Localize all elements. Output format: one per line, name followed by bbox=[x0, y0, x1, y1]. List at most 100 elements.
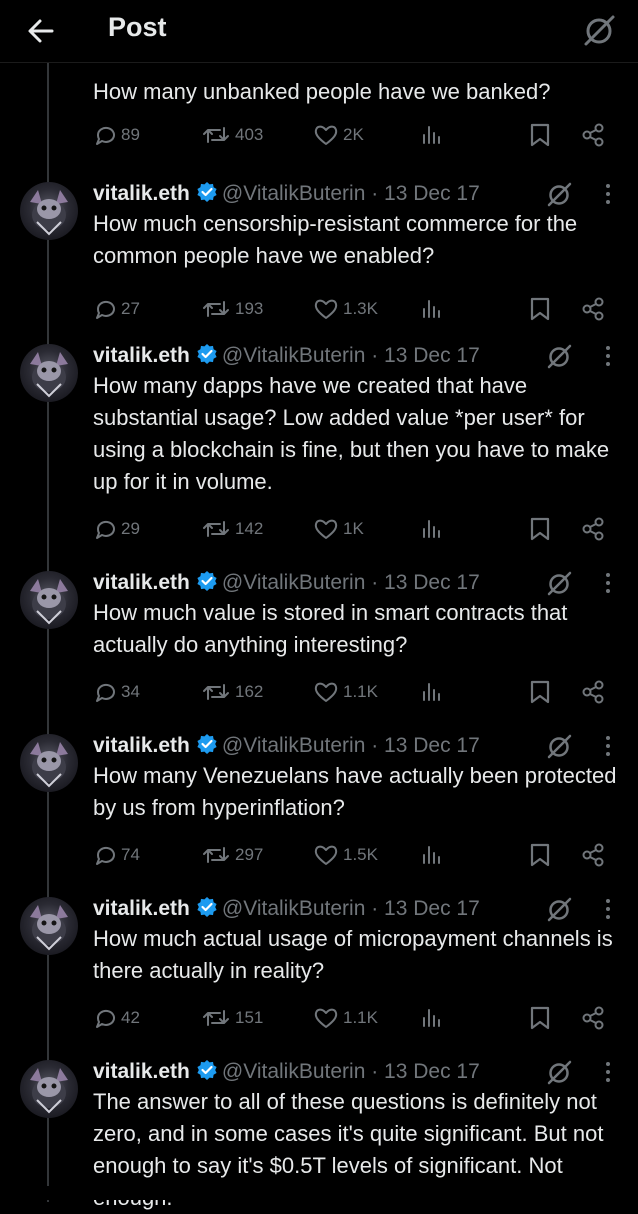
share-button[interactable] bbox=[580, 840, 606, 870]
views-button[interactable] bbox=[419, 840, 443, 870]
more-icon[interactable] bbox=[598, 1058, 618, 1086]
author-handle[interactable]: @VitalikButerin bbox=[222, 1060, 366, 1083]
repost-count: 142 bbox=[235, 519, 264, 538]
like-button[interactable]: 1.1K bbox=[313, 677, 378, 707]
more-icon[interactable] bbox=[598, 342, 618, 370]
repost-button[interactable]: 151 bbox=[201, 1003, 263, 1033]
reply-button[interactable]: 42 bbox=[93, 1003, 140, 1033]
like-count: 1K bbox=[343, 519, 364, 538]
reply-button[interactable]: 27 bbox=[93, 294, 140, 324]
like-button[interactable]: 1.5K bbox=[313, 840, 378, 870]
bookmark-icon bbox=[529, 296, 551, 322]
avatar[interactable] bbox=[20, 571, 78, 629]
share-icon bbox=[580, 296, 606, 322]
tweet-date[interactable]: · 13 Dec 17 bbox=[371, 1060, 480, 1083]
author-name[interactable]: vitalik.eth bbox=[93, 344, 190, 367]
reply-button[interactable]: 34 bbox=[93, 677, 140, 707]
repost-count: 162 bbox=[235, 682, 264, 701]
avatar[interactable] bbox=[20, 734, 78, 792]
repost-button[interactable]: 193 bbox=[201, 294, 263, 324]
more-icon[interactable] bbox=[598, 895, 618, 923]
share-icon bbox=[580, 842, 606, 868]
grok-icon[interactable] bbox=[546, 569, 574, 597]
avatar[interactable] bbox=[20, 182, 78, 240]
like-button[interactable]: 1K bbox=[313, 514, 364, 544]
avatar[interactable] bbox=[20, 344, 78, 402]
views-button[interactable] bbox=[419, 294, 443, 324]
author-handle[interactable]: @VitalikButerin bbox=[222, 571, 366, 594]
author-handle[interactable]: @VitalikButerin bbox=[222, 897, 366, 920]
bookmark-icon bbox=[529, 516, 551, 542]
reply-button[interactable]: 29 bbox=[93, 514, 140, 544]
bookmark-button[interactable] bbox=[529, 840, 551, 870]
like-button[interactable]: 2K bbox=[313, 120, 364, 150]
like-button[interactable]: 1.1K bbox=[313, 1003, 378, 1033]
share-button[interactable] bbox=[580, 1003, 606, 1033]
grok-icon[interactable] bbox=[546, 342, 574, 370]
views-button[interactable] bbox=[419, 514, 443, 544]
like-button[interactable]: 1.3K bbox=[313, 294, 378, 324]
author-handle[interactable]: @VitalikButerin bbox=[222, 182, 366, 205]
author-handle[interactable]: @VitalikButerin bbox=[222, 734, 366, 757]
tweet-text: How many Venezuelans have actually been … bbox=[93, 763, 617, 820]
tweet-text: How much value is stored in smart contra… bbox=[93, 600, 568, 657]
like-icon bbox=[313, 843, 339, 867]
tweet-actions: 27 193 1.3K bbox=[93, 294, 613, 324]
author-name[interactable]: vitalik.eth bbox=[93, 571, 190, 594]
author-name[interactable]: vitalik.eth bbox=[93, 897, 190, 920]
grok-icon[interactable] bbox=[546, 895, 574, 923]
more-icon[interactable] bbox=[598, 732, 618, 760]
share-icon bbox=[580, 516, 606, 542]
bookmark-button[interactable] bbox=[529, 677, 551, 707]
like-count: 1.1K bbox=[343, 1008, 378, 1027]
like-count: 1.3K bbox=[343, 299, 378, 318]
tweet-date[interactable]: · 13 Dec 17 bbox=[371, 344, 480, 367]
avatar[interactable] bbox=[20, 897, 78, 955]
views-button[interactable] bbox=[419, 120, 443, 150]
tweet-date[interactable]: · 13 Dec 17 bbox=[371, 182, 480, 205]
share-button[interactable] bbox=[580, 677, 606, 707]
reply-count: 34 bbox=[121, 682, 140, 701]
author-handle[interactable]: @VitalikButerin bbox=[222, 344, 366, 367]
grok-icon[interactable] bbox=[546, 1058, 574, 1086]
grok-icon[interactable] bbox=[546, 732, 574, 760]
author-name[interactable]: vitalik.eth bbox=[93, 734, 190, 757]
bookmark-button[interactable] bbox=[529, 1003, 551, 1033]
repost-button[interactable]: 142 bbox=[201, 514, 263, 544]
more-icon[interactable] bbox=[598, 569, 618, 597]
tweet-actions: 34 162 1.1K bbox=[93, 677, 613, 707]
share-button[interactable] bbox=[580, 514, 606, 544]
tweet-actions: 74 297 1.5K bbox=[93, 840, 613, 870]
share-button[interactable] bbox=[580, 120, 606, 150]
bookmark-icon bbox=[529, 842, 551, 868]
share-button[interactable] bbox=[580, 294, 606, 324]
repost-button[interactable]: 403 bbox=[201, 120, 263, 150]
tweet-date[interactable]: · 13 Dec 17 bbox=[371, 571, 480, 594]
repost-icon bbox=[201, 1006, 231, 1030]
tweet-text: How much censorship-resistant commerce f… bbox=[93, 211, 578, 268]
repost-button[interactable]: 297 bbox=[201, 840, 263, 870]
grok-icon[interactable] bbox=[582, 12, 618, 48]
tweet-meta: vitalik.eth @VitalikButerin · 13 Dec 17 bbox=[93, 340, 480, 372]
avatar[interactable] bbox=[20, 1060, 78, 1118]
back-arrow-icon[interactable] bbox=[22, 12, 60, 50]
author-name[interactable]: vitalik.eth bbox=[93, 1060, 190, 1083]
author-name[interactable]: vitalik.eth bbox=[93, 182, 190, 205]
verified-badge-icon bbox=[197, 897, 217, 917]
reply-button[interactable]: 89 bbox=[93, 120, 140, 150]
tweet-actions: 42 151 1.1K bbox=[93, 1003, 613, 1033]
verified-badge-icon bbox=[197, 344, 217, 364]
bookmark-button[interactable] bbox=[529, 120, 551, 150]
views-button[interactable] bbox=[419, 677, 443, 707]
tweet-date[interactable]: · 13 Dec 17 bbox=[371, 734, 480, 757]
views-button[interactable] bbox=[419, 1003, 443, 1033]
bookmark-button[interactable] bbox=[529, 294, 551, 324]
tweet-meta: vitalik.eth @VitalikButerin · 13 Dec 17 bbox=[93, 730, 480, 762]
reply-button[interactable]: 74 bbox=[93, 840, 140, 870]
more-icon[interactable] bbox=[598, 180, 618, 208]
repost-button[interactable]: 162 bbox=[201, 677, 263, 707]
tweet-date[interactable]: · 13 Dec 17 bbox=[371, 897, 480, 920]
bookmark-button[interactable] bbox=[529, 514, 551, 544]
tweet-meta: vitalik.eth @VitalikButerin · 13 Dec 17 bbox=[93, 1056, 480, 1088]
grok-icon[interactable] bbox=[546, 180, 574, 208]
